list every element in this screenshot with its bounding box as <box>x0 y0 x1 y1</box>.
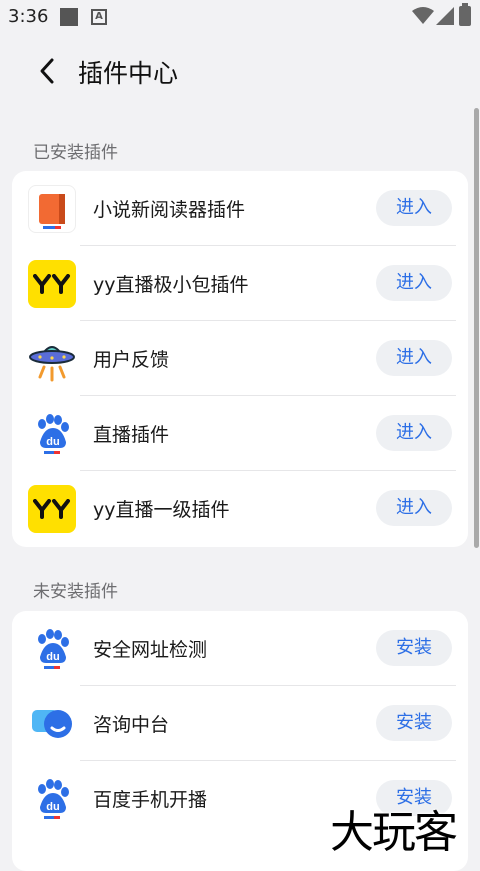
plugin-row-url-check[interactable]: du 安全网址检测 安装 <box>12 611 468 686</box>
enter-button[interactable]: 进入 <box>376 415 452 451</box>
install-button[interactable]: 安装 <box>376 630 452 666</box>
signal-icon <box>436 7 454 25</box>
svg-text:du: du <box>46 651 59 663</box>
section-not-installed-title: 未安装插件 <box>33 582 118 602</box>
watermark: 大玩客 <box>330 807 458 858</box>
enter-button[interactable]: 进入 <box>376 190 452 226</box>
wifi-icon <box>412 7 434 24</box>
plugin-row-yy-level1[interactable]: yy直播一级插件 进入 <box>12 471 468 546</box>
battery-icon <box>459 3 471 26</box>
plugin-row-live[interactable]: du 直播插件 进入 <box>12 396 468 471</box>
plugin-label: 百度手机开播 <box>93 789 208 811</box>
section-installed-title: 已安装插件 <box>33 143 118 163</box>
chat-bubble-icon <box>28 700 76 748</box>
yy-logo-icon <box>28 485 76 533</box>
enter-button[interactable]: 进入 <box>376 265 452 301</box>
enter-button[interactable]: 进入 <box>376 490 452 526</box>
install-button[interactable]: 安装 <box>376 705 452 741</box>
baidu-paw-icon: du <box>28 410 76 458</box>
plugin-label: 安全网址检测 <box>93 639 208 661</box>
status-time: 3:36 <box>8 6 49 27</box>
plugin-label: 小说新阅读器插件 <box>93 199 246 221</box>
plugin-row-feedback[interactable]: 用户反馈 进入 <box>12 321 468 396</box>
plugin-row-yy-mini[interactable]: yy直播极小包插件 进入 <box>12 246 468 321</box>
header: 插件中心 <box>0 40 480 102</box>
page-title: 插件中心 <box>78 59 179 88</box>
plugin-row-consult[interactable]: 咨询中台 安装 <box>12 686 468 761</box>
plugin-row-novel-reader[interactable]: 小说新阅读器插件 进入 <box>12 171 468 246</box>
notification-icon <box>60 8 78 26</box>
baidu-paw-icon: du <box>28 775 76 823</box>
book-icon <box>28 185 76 233</box>
plugin-label: 咨询中台 <box>93 714 170 736</box>
ufo-icon <box>28 335 76 383</box>
svg-text:du: du <box>46 801 59 813</box>
plugin-label: yy直播极小包插件 <box>93 274 249 296</box>
yy-logo-icon <box>28 260 76 308</box>
plugin-label: yy直播一级插件 <box>93 499 230 521</box>
svg-text:du: du <box>46 436 59 448</box>
plugin-label: 用户反馈 <box>93 349 170 371</box>
back-icon[interactable] <box>34 54 62 88</box>
status-bar: 3:36 A <box>0 0 480 34</box>
a-notification-icon: A <box>91 9 107 25</box>
installed-plugins-card: 小说新阅读器插件 进入 yy直播极小包插件 进入 用户反馈 进入 du 直播插件… <box>12 171 468 547</box>
plugin-label: 直播插件 <box>93 424 170 446</box>
baidu-paw-icon: du <box>28 625 76 673</box>
enter-button[interactable]: 进入 <box>376 340 452 376</box>
scrollbar[interactable] <box>474 108 479 548</box>
